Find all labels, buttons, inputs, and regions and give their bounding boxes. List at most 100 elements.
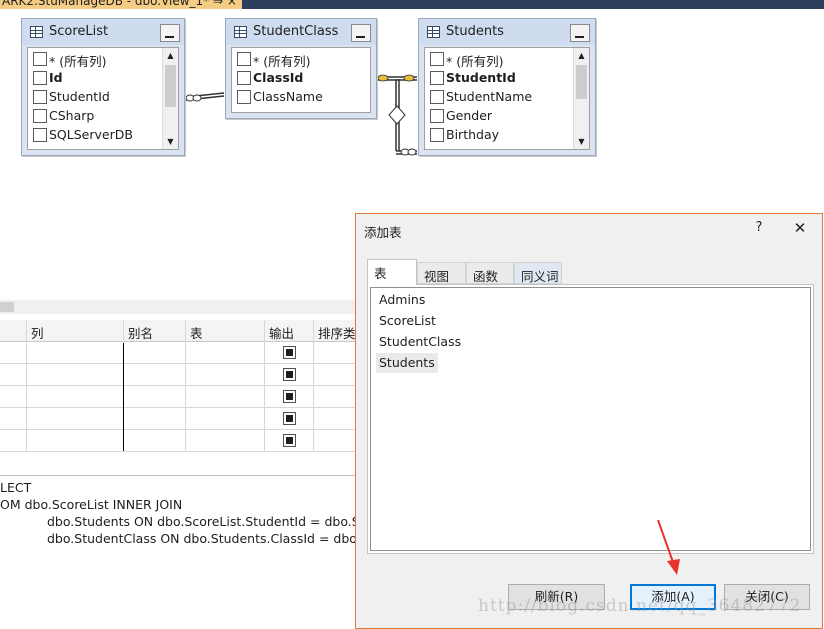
column-checkbox[interactable]	[237, 52, 251, 66]
row-selector[interactable]	[0, 408, 27, 430]
grid-cell[interactable]	[314, 408, 357, 430]
scroll-up-icon[interactable]: ▲	[574, 48, 589, 63]
grid-cell[interactable]	[314, 386, 357, 408]
column-checkbox[interactable]	[430, 90, 444, 104]
grid-cell[interactable]	[27, 364, 124, 386]
minimize-button[interactable]	[160, 24, 180, 42]
table-header[interactable]: Students	[419, 19, 595, 45]
tab-tables[interactable]: 表	[367, 259, 417, 285]
splitter-handle[interactable]	[0, 302, 14, 312]
grid-cell[interactable]	[265, 430, 314, 452]
table-list[interactable]: Admins ScoreList StudentClass Students	[370, 287, 811, 551]
tab-functions[interactable]: 函数	[466, 262, 514, 284]
column-row[interactable]: * (所有列)	[28, 49, 163, 69]
grid-cell[interactable]	[186, 364, 265, 386]
table-scorelist[interactable]: ScoreList * (所有列) Id StudentId CSharp SQ…	[21, 18, 185, 156]
column-row[interactable]: ClassId	[232, 68, 368, 87]
column-row[interactable]: ClassName	[232, 87, 368, 106]
grid-cell[interactable]	[124, 364, 186, 386]
grid-cell[interactable]	[27, 408, 124, 430]
scroll-down-icon[interactable]: ▼	[574, 134, 589, 149]
column-row[interactable]: StudentId	[425, 68, 573, 87]
column-list[interactable]: * (所有列) ClassId ClassName	[231, 47, 371, 113]
list-item-selected[interactable]: Students	[376, 353, 438, 373]
table-students[interactable]: Students * (所有列) StudentId StudentName G…	[418, 18, 596, 156]
output-checkbox[interactable]	[283, 412, 296, 425]
grid-cell[interactable]	[265, 342, 314, 364]
column-row[interactable]: * (所有列)	[425, 49, 573, 69]
list-item[interactable]: ScoreList	[376, 311, 439, 331]
grid-cell[interactable]	[314, 342, 357, 364]
column-checkbox[interactable]	[430, 52, 444, 66]
minimize-button[interactable]	[351, 24, 371, 42]
grid-cell[interactable]	[186, 342, 265, 364]
grid-header-table[interactable]: 表	[186, 320, 265, 342]
column-checkbox[interactable]	[430, 71, 444, 85]
tab-views[interactable]: 视图	[417, 262, 466, 284]
column-checkbox[interactable]	[33, 90, 47, 104]
grid-cell[interactable]	[314, 430, 357, 452]
grid-cell[interactable]	[124, 342, 186, 364]
table-header[interactable]: StudentClass	[226, 19, 376, 45]
row-selector[interactable]	[0, 430, 27, 452]
document-tab[interactable]: ARK2.StuManageDB - dbo.View_1* ⇒ ×	[0, 0, 242, 9]
column-row[interactable]: StudentName	[425, 87, 573, 106]
tab-synonyms[interactable]: 同义词	[514, 262, 562, 284]
column-row[interactable]: SQLServerDB	[28, 125, 163, 144]
grid-cell[interactable]	[265, 364, 314, 386]
grid-cell[interactable]	[124, 408, 186, 430]
grid-cell[interactable]	[186, 408, 265, 430]
pane-splitter[interactable]	[0, 300, 356, 314]
table-studentclass[interactable]: StudentClass * (所有列) ClassId ClassName	[225, 18, 377, 119]
vertical-scrollbar[interactable]: ▲ ▼	[573, 48, 589, 149]
column-row[interactable]: Gender	[425, 106, 573, 125]
grid-cell[interactable]	[124, 430, 186, 452]
column-checkbox[interactable]	[430, 109, 444, 123]
grid-header-column[interactable]: 列	[27, 320, 124, 342]
grid-header-output[interactable]: 输出	[265, 320, 314, 342]
column-row[interactable]: CSharp	[28, 106, 163, 125]
column-list[interactable]: * (所有列) Id StudentId CSharp SQLServerDB …	[27, 47, 179, 150]
column-checkbox[interactable]	[33, 109, 47, 123]
column-list[interactable]: * (所有列) StudentId StudentName Gender Bir…	[424, 47, 590, 150]
list-item[interactable]: StudentClass	[376, 332, 464, 352]
scroll-thumb[interactable]	[165, 65, 176, 107]
scroll-up-icon[interactable]: ▲	[163, 48, 178, 63]
grid-cell[interactable]	[186, 430, 265, 452]
output-checkbox[interactable]	[283, 368, 296, 381]
column-row[interactable]: StudentId	[28, 87, 163, 106]
vertical-scrollbar[interactable]: ▲ ▼	[162, 48, 178, 149]
add-table-dialog[interactable]: 添加表 ? ✕ 表 视图 函数 同义词 Admins ScoreList Stu…	[355, 213, 823, 629]
output-checkbox[interactable]	[283, 434, 296, 447]
help-icon[interactable]: ?	[752, 220, 766, 235]
column-checkbox[interactable]	[430, 128, 444, 142]
output-checkbox[interactable]	[283, 346, 296, 359]
output-checkbox[interactable]	[283, 390, 296, 403]
column-row[interactable]: Birthday	[425, 125, 573, 144]
list-item[interactable]: Admins	[376, 290, 428, 310]
grid-cell[interactable]	[265, 386, 314, 408]
grid-header-sort-type[interactable]: 排序类	[314, 320, 357, 342]
grid-cell[interactable]	[27, 342, 124, 364]
scroll-thumb[interactable]	[576, 65, 587, 99]
criteria-grid[interactable]: 列 别名 表 输出 排序类	[0, 320, 357, 454]
row-selector[interactable]	[0, 364, 27, 386]
column-row[interactable]: Id	[28, 68, 163, 87]
close-icon[interactable]: ✕	[792, 219, 808, 237]
column-checkbox[interactable]	[33, 128, 47, 142]
grid-cell[interactable]	[27, 430, 124, 452]
column-checkbox[interactable]	[237, 71, 251, 85]
row-selector[interactable]	[0, 342, 27, 364]
column-row[interactable]: * (所有列)	[232, 49, 368, 69]
grid-cell[interactable]	[314, 364, 357, 386]
grid-cell[interactable]	[186, 386, 265, 408]
sql-pane[interactable]: LECT OM dbo.ScoreList INNER JOIN dbo.Stu…	[0, 477, 381, 629]
grid-cell[interactable]	[124, 386, 186, 408]
column-checkbox[interactable]	[237, 90, 251, 104]
column-checkbox[interactable]	[33, 71, 47, 85]
grid-cell[interactable]	[27, 386, 124, 408]
grid-header-alias[interactable]: 别名	[124, 320, 186, 342]
table-header[interactable]: ScoreList	[22, 19, 184, 45]
scroll-down-icon[interactable]: ▼	[163, 134, 178, 149]
minimize-button[interactable]	[570, 24, 590, 42]
